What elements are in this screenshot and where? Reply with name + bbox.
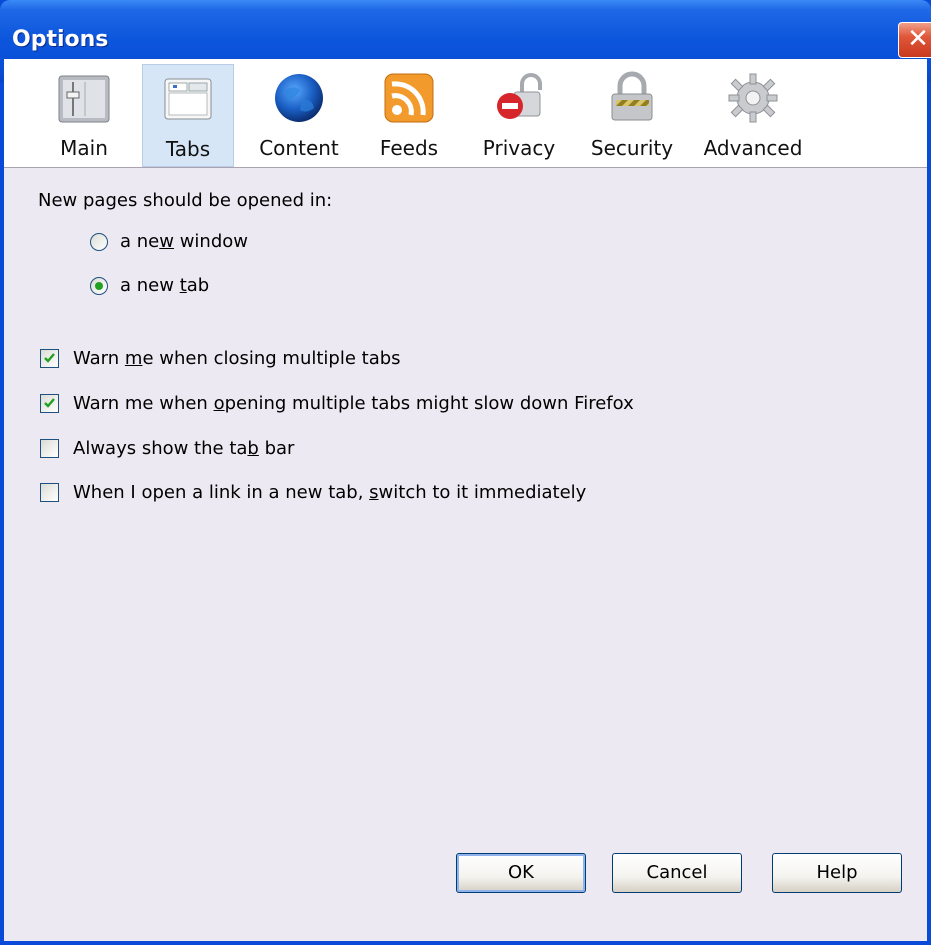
radio-new-tab-label: a new tab	[120, 275, 210, 296]
pane-content[interactable]: Content	[254, 64, 344, 167]
options-window: Options ✕ Main Tabs Content Feeds Privac…	[0, 0, 931, 945]
radio-button[interactable]	[90, 232, 108, 251]
security-padlock-icon	[611, 71, 653, 121]
rss-feed-icon	[384, 73, 434, 123]
open-in-label: New pages should be opened in:	[38, 190, 333, 211]
check-mark-icon	[44, 398, 55, 408]
radio-new-tab[interactable]: a new tab	[90, 275, 209, 296]
checkbox-always-show-tab-bar-label: Always show the tab bar	[73, 438, 295, 459]
close-button[interactable]: ✕	[898, 22, 931, 58]
checkbox[interactable]	[40, 349, 59, 368]
check-mark-icon	[44, 353, 55, 363]
pane-advanced-label: Advanced	[703, 136, 803, 160]
pane-security-label: Security	[590, 136, 674, 160]
gear-icon	[728, 73, 778, 123]
checkbox-switch-to-new-tab[interactable]: When I open a link in a new tab, switch …	[40, 482, 586, 503]
checkbox-always-show-tab-bar[interactable]: Always show the tab bar	[40, 438, 294, 459]
ok-button[interactable]: OK	[456, 853, 586, 893]
cancel-button[interactable]: Cancel	[612, 853, 742, 893]
pane-toolbar: Main Tabs Content Feeds Privacy Security…	[4, 59, 927, 168]
globe-icon	[275, 74, 323, 122]
pane-tabs-label: Tabs	[165, 137, 211, 161]
pane-security[interactable]: Security	[582, 64, 682, 167]
pane-content-label: Content	[259, 136, 339, 160]
checkbox[interactable]	[40, 394, 59, 413]
radio-new-window[interactable]: a new window	[90, 231, 248, 252]
main-panel-icon	[58, 75, 110, 123]
close-icon: ✕	[907, 24, 929, 54]
checkbox-warn-opening[interactable]: Warn me when opening multiple tabs might…	[40, 393, 634, 414]
radio-button-selected[interactable]	[90, 276, 108, 295]
tabs-window-icon	[164, 78, 212, 120]
pane-privacy-label: Privacy	[482, 136, 556, 160]
pane-advanced[interactable]: Advanced	[698, 64, 808, 167]
pane-tabs[interactable]: Tabs	[142, 64, 234, 167]
checkbox[interactable]	[40, 439, 59, 458]
help-button[interactable]: Help	[772, 853, 902, 893]
pane-main-label: Main	[60, 136, 108, 160]
privacy-lock-icon	[497, 73, 542, 119]
dialog-client-area: Main Tabs Content Feeds Privacy Security…	[4, 59, 927, 941]
pane-feeds-label: Feeds	[379, 136, 439, 160]
window-title: Options	[12, 27, 109, 52]
checkbox-warn-closing-label: Warn me when closing multiple tabs	[73, 348, 401, 369]
pane-feeds[interactable]: Feeds	[368, 64, 450, 167]
pane-main[interactable]: Main	[44, 64, 124, 167]
tabs-pane-content: New pages should be opened in: a new win…	[4, 167, 927, 941]
checkbox[interactable]	[40, 483, 59, 502]
pane-privacy[interactable]: Privacy	[474, 64, 564, 167]
checkbox-warn-opening-label: Warn me when opening multiple tabs might…	[73, 393, 634, 414]
checkbox-switch-to-new-tab-label: When I open a link in a new tab, switch …	[73, 482, 587, 503]
checkbox-warn-closing[interactable]: Warn me when closing multiple tabs	[40, 348, 401, 369]
radio-new-window-label: a new window	[120, 231, 248, 252]
